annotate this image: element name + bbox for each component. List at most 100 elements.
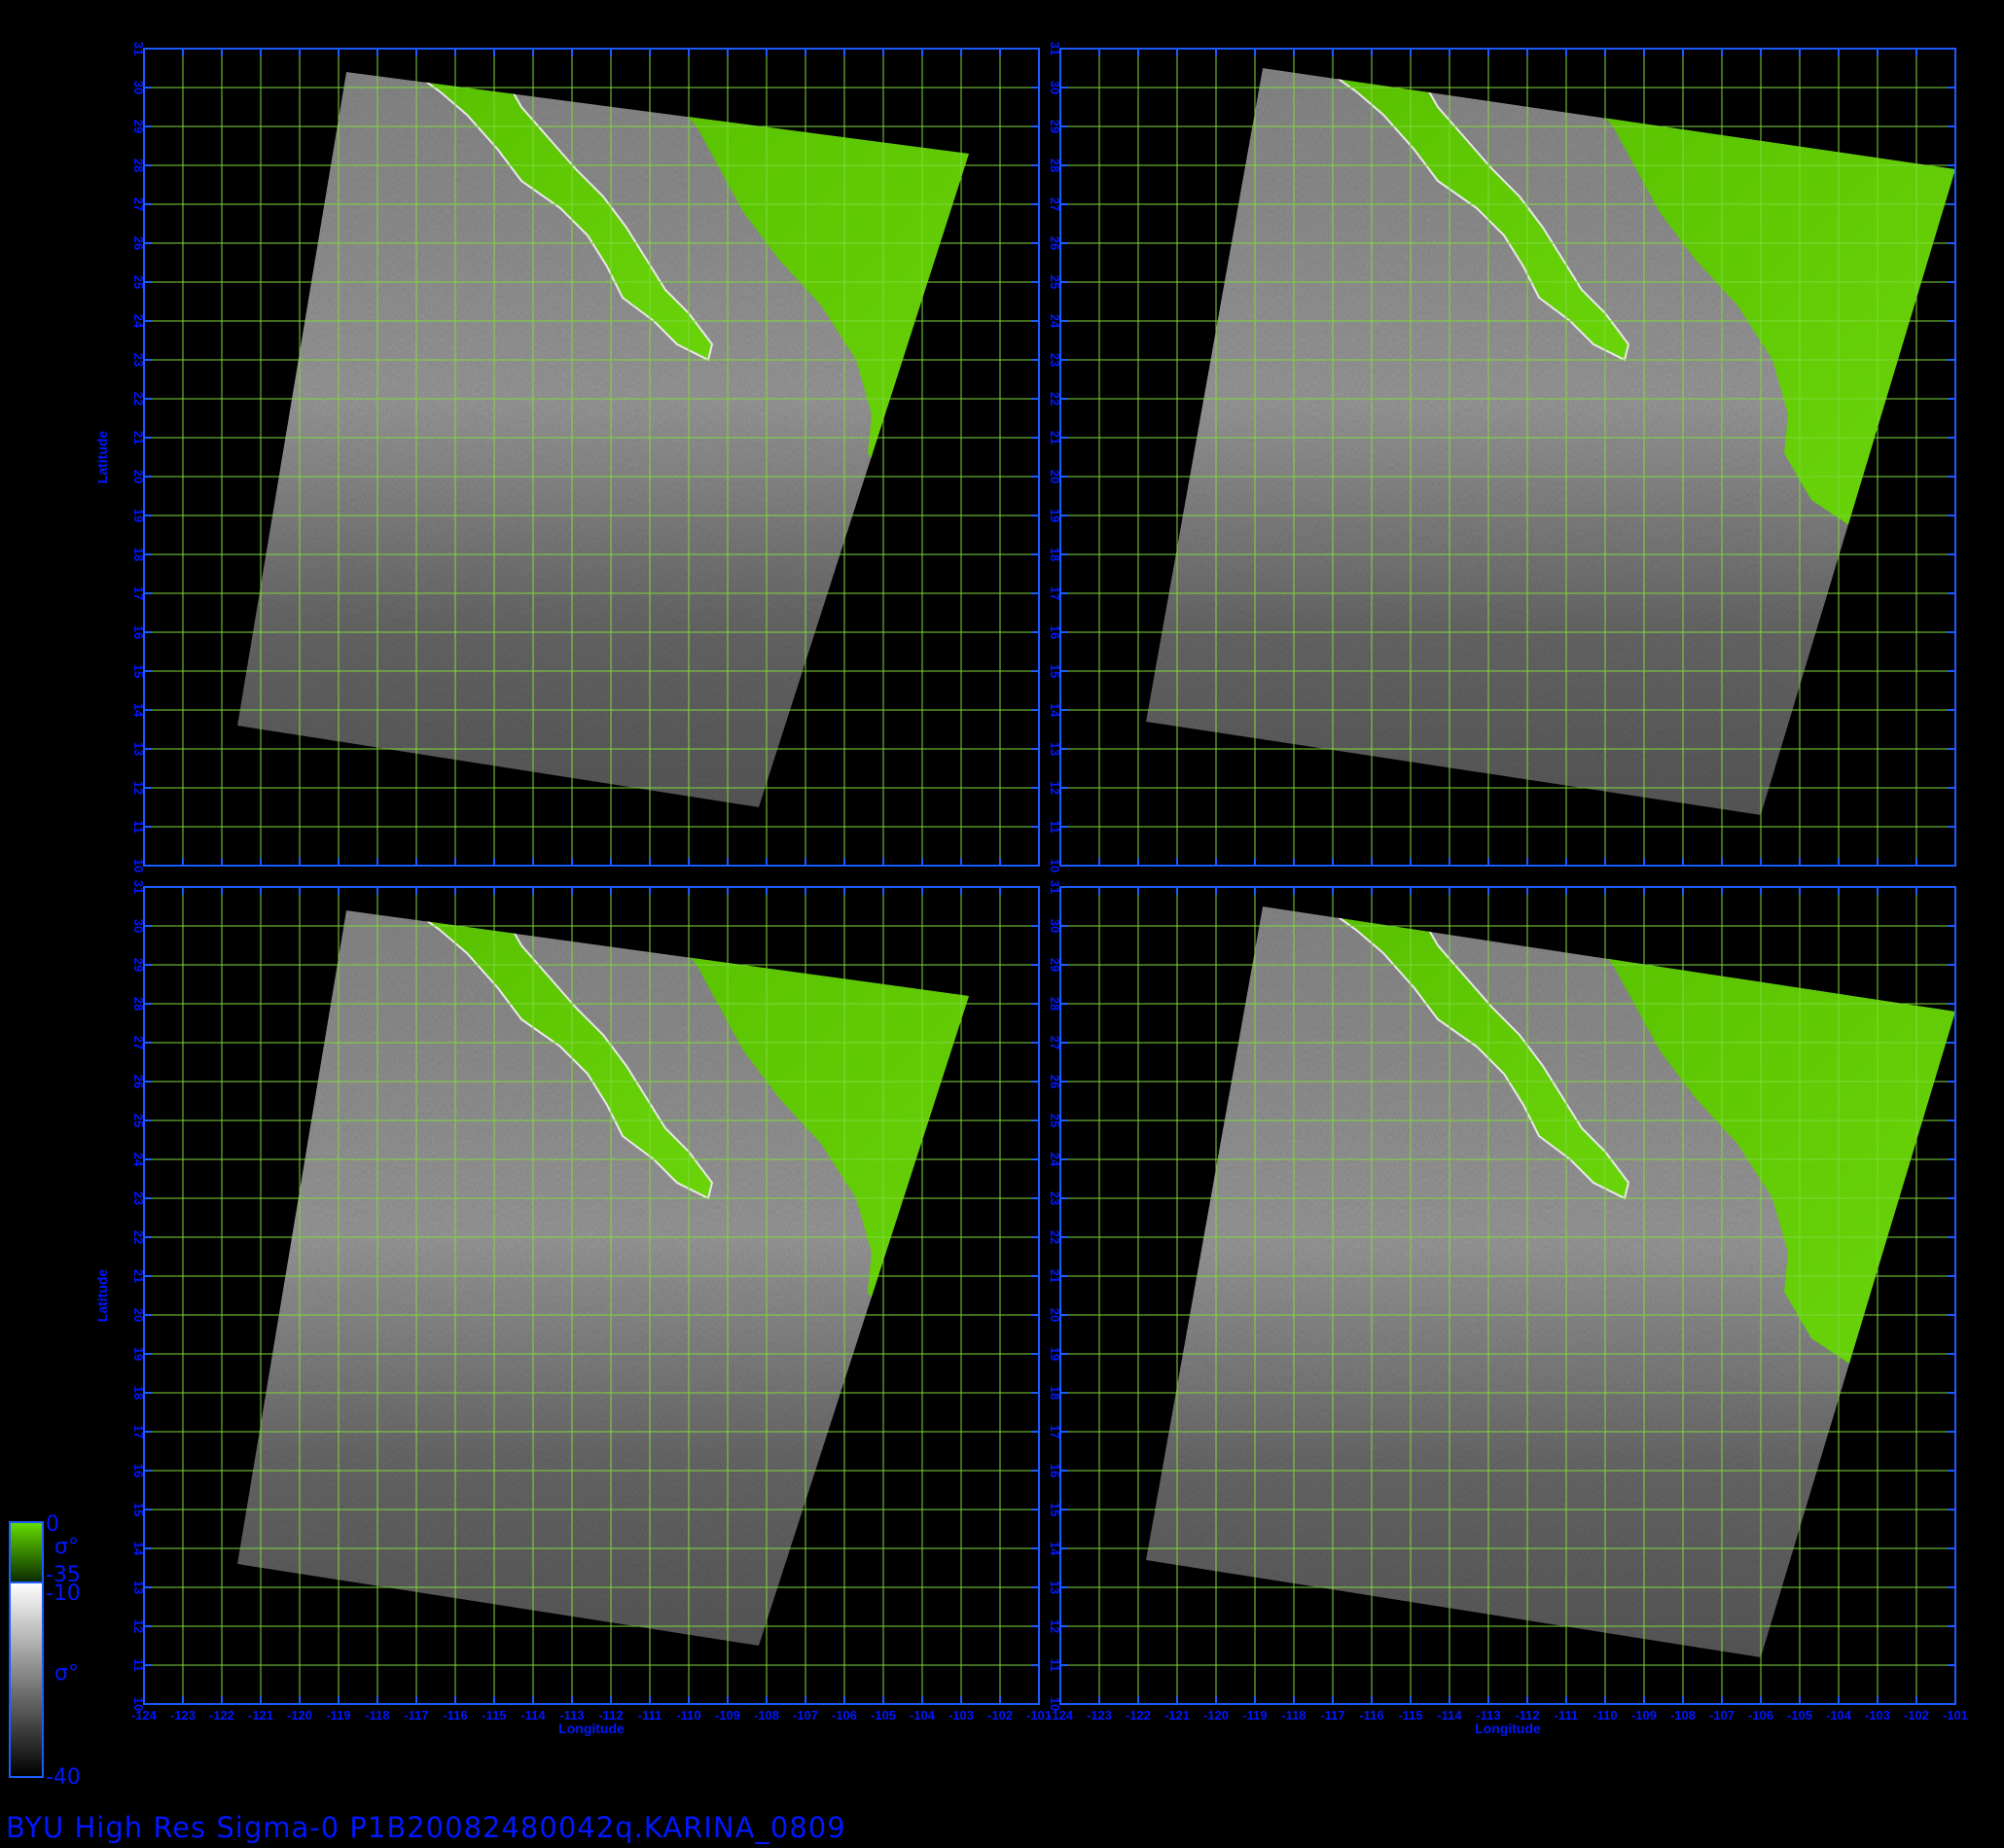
lat-tick-label: 30 (131, 919, 146, 933)
lat-tick-label: 14 (1048, 1542, 1062, 1556)
lon-tick-label: -106 (832, 1708, 857, 1723)
lat-tick-label: 17 (1048, 1425, 1062, 1439)
lat-tick-label: 12 (1048, 781, 1062, 795)
lat-tick-label: 30 (131, 81, 146, 94)
swath-bottom-left (237, 910, 969, 1646)
colorbar: 0 σ° -35 -10 σ° -40 (9, 1512, 81, 1790)
lat-tick-label: 27 (131, 197, 146, 211)
lat-tick-label: 28 (1048, 997, 1062, 1011)
colorbar-ocean-max: -10 (46, 1581, 81, 1606)
lon-tick-label: -105 (871, 1708, 896, 1723)
lon-tick-label: -104 (910, 1708, 936, 1723)
lon-tick-label: -121 (1164, 1708, 1190, 1723)
lat-tick-label: 18 (1048, 1386, 1062, 1400)
lat-tick-label: 15 (131, 664, 146, 678)
swath-bottom-right (1146, 906, 1955, 1657)
lat-tick-label: 23 (131, 353, 146, 367)
lat-tick-label: 13 (1048, 742, 1062, 756)
lat-tick-label: 28 (131, 997, 146, 1011)
lon-tick-label: -101 (1943, 1708, 1968, 1723)
lat-tick-label: 16 (131, 625, 146, 639)
longitude-axis-title: Longitude (558, 1721, 625, 1736)
colorbar-ocean-symbol: σ° (54, 1661, 79, 1686)
lon-tick-label: -114 (1437, 1708, 1462, 1723)
sigma0-figure: 10 11 12 13 14 15 16 17 18 19 20 21 22 23 24 25 26 27 28 29… (9, 42, 1968, 1790)
lat-tick-label: 11 (131, 820, 146, 834)
lon-tick-label: -123 (1087, 1708, 1112, 1723)
lon-tick-label: -116 (443, 1708, 467, 1723)
figure-caption: BYU High Res Sigma-0 P1B20082480042q.KAR… (6, 1811, 846, 1844)
lat-tick-label: 14 (131, 1542, 146, 1556)
colorbar-land-max: 0 (46, 1512, 59, 1537)
latitude-axis-title: Latitude (94, 1269, 110, 1323)
lat-tick-label: 18 (1048, 548, 1062, 561)
lat-tick-label: 14 (131, 703, 146, 718)
lat-tick-label: 26 (131, 236, 146, 250)
lat-tick-label: 30 (1048, 919, 1062, 933)
lat-tick-label: 19 (1048, 1347, 1062, 1361)
map-panel-bottom-right: 1011121314151617181920212223242526272829… (1048, 880, 1968, 1736)
lat-tick-label: 23 (131, 1191, 146, 1205)
lon-tick-label: -109 (1631, 1708, 1657, 1723)
map-panels: 10 11 12 13 14 15 16 17 18 19 20 21 22 23 24 25 26 27 28 29… (94, 42, 1968, 1736)
lat-tick-label: 30 (1048, 81, 1062, 94)
lat-tick-label: 28 (131, 159, 146, 172)
lon-tick-label: -107 (1709, 1708, 1735, 1723)
lon-tick-label: -115 (482, 1708, 506, 1723)
lat-tick-label: 25 (131, 1114, 146, 1127)
lat-tick-label: 24 (131, 1153, 146, 1167)
lat-tick-label: 16 (1048, 1464, 1062, 1477)
lon-tick-label: -124 (131, 1708, 158, 1723)
lat-tick-label: 20 (1048, 470, 1062, 483)
lat-tick-label: 15 (1048, 664, 1062, 678)
lat-tick-label: 16 (131, 1464, 146, 1477)
lat-tick-label: 17 (131, 1425, 146, 1439)
lon-tick-label: -109 (715, 1708, 740, 1723)
lat-tick-label: 24 (1048, 314, 1062, 329)
lat-tick-label: 27 (131, 1036, 146, 1049)
lat-tick-label: 12 (131, 1619, 146, 1633)
lon-tick-label: -121 (248, 1708, 273, 1723)
lat-tick-label: 27 (1048, 1036, 1062, 1049)
map-panel-top-right: 10 11 12 13 14 15 16 17 18 19 20 21 22 23 24 25 26 27 28 29… (1048, 42, 1956, 872)
lat-tick-label: 21 (1048, 1269, 1062, 1283)
lat-tick-label: 10 (1048, 859, 1062, 872)
lon-tick-label: -118 (1281, 1708, 1306, 1723)
lat-tick-label: 12 (1048, 1619, 1062, 1633)
lon-tick-label: -119 (1242, 1708, 1267, 1723)
latitude-axis-title: Latitude (94, 431, 110, 484)
lon-tick-label: -115 (1398, 1708, 1422, 1723)
lat-tick-label: 25 (131, 275, 146, 289)
map-panel-bottom-left: 1011121314151617181920212223242526272829… (94, 880, 1052, 1736)
lat-tick-label: 25 (1048, 275, 1062, 289)
lat-tick-label: 24 (1048, 1153, 1062, 1167)
lat-tick-label: 29 (131, 120, 146, 133)
colorbar-ocean-scale (9, 1581, 44, 1778)
lon-tick-label: -122 (1126, 1708, 1151, 1723)
lat-tick-label: 20 (1048, 1308, 1062, 1322)
lon-tick-label: -103 (1865, 1708, 1890, 1723)
lon-tick-label: -119 (326, 1708, 350, 1723)
lon-tick-label: -116 (1359, 1708, 1383, 1723)
lat-tick-label: 10 (131, 859, 146, 872)
lat-tick-label: 22 (131, 392, 146, 406)
lat-tick-label: 15 (131, 1503, 146, 1516)
lon-tick-label: -120 (287, 1708, 312, 1723)
lon-tick-label: -102 (1904, 1708, 1929, 1723)
lon-tick-label: -117 (404, 1708, 428, 1723)
lon-tick-label: -118 (365, 1708, 389, 1723)
lat-tick-label: 28 (1048, 159, 1062, 172)
lat-tick-label: 11 (1048, 1658, 1062, 1672)
lat-tick-label: 21 (131, 1269, 146, 1283)
lat-tick-label: 20 (131, 470, 146, 483)
lat-tick-label: 29 (1048, 958, 1062, 972)
longitude-axis-title: Longitude (1475, 1721, 1541, 1736)
lon-tick-label: -110 (1592, 1708, 1617, 1723)
lon-tick-label: -106 (1748, 1708, 1773, 1723)
lat-tick-label: 23 (1048, 353, 1062, 367)
lat-tick-label: 23 (1048, 1191, 1062, 1205)
lat-tick-label: 11 (1048, 820, 1062, 834)
lat-tick-label: 18 (131, 548, 146, 561)
lat-tick-label: 29 (1048, 120, 1062, 133)
lon-tick-label: -111 (1555, 1708, 1579, 1723)
